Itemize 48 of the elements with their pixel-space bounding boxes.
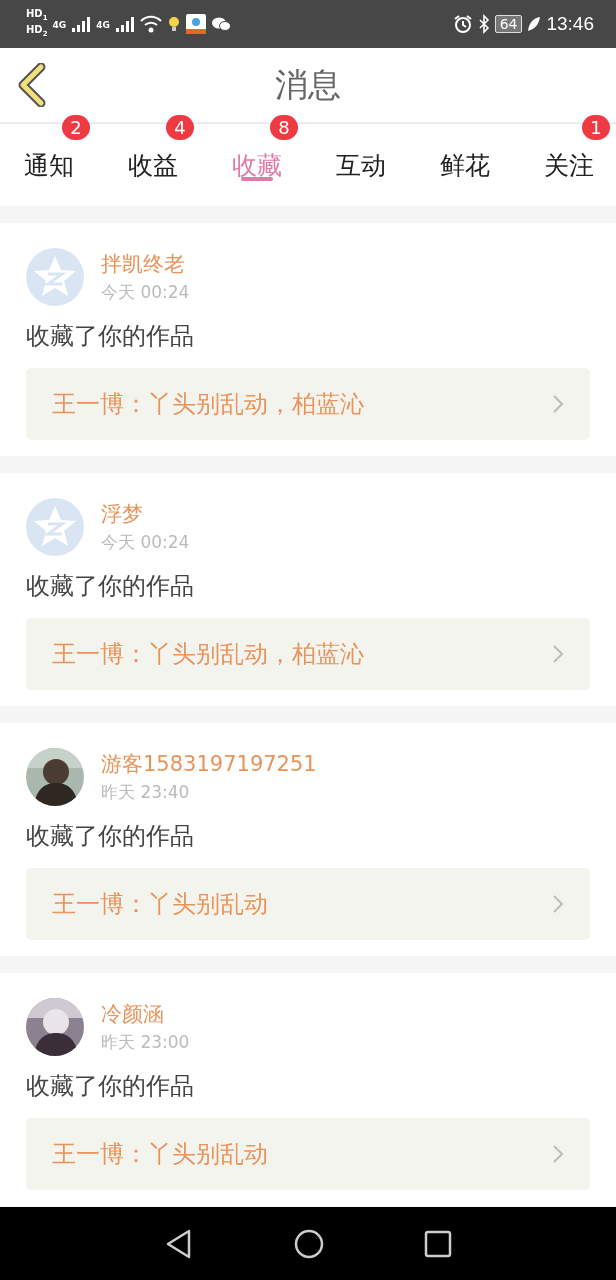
network-label: 4G <box>52 20 67 30</box>
count-badge: 4 <box>166 115 194 140</box>
sim-label: HD$_{2}$ <box>26 24 48 40</box>
home-icon[interactable] <box>294 1228 324 1259</box>
message-text: 收藏了你的作品 <box>26 1071 195 1102</box>
tab[interactable]: 互动 <box>336 124 386 194</box>
message-time: 昨天 23:00 <box>101 1031 190 1054</box>
message-time: 昨天 23:40 <box>101 781 191 804</box>
chevron-right-icon <box>552 394 564 414</box>
clock-time: 13:46 <box>546 13 594 35</box>
chevron-right-icon <box>552 894 564 914</box>
tab-underline <box>241 177 273 181</box>
message-text: 收藏了你的作品 <box>26 321 195 352</box>
work-link[interactable]: 王一博：丫头别乱动，柏蓝沁 <box>26 368 590 440</box>
default-avatar-icon <box>26 248 84 306</box>
user-name[interactable]: 游客1583197197251 <box>101 750 317 778</box>
bulb-icon <box>166 16 181 32</box>
alarm-icon <box>452 14 473 34</box>
network-label: 4G <box>96 20 110 30</box>
chat-icon <box>210 16 231 32</box>
count-badge: 1 <box>582 115 610 140</box>
app-icon <box>185 14 206 34</box>
wifi-icon <box>139 15 162 33</box>
user-name[interactable]: 浮梦 <box>101 500 190 528</box>
count-badge: 8 <box>270 115 298 140</box>
work-link[interactable]: 王一博：丫头别乱动 <box>26 1118 590 1190</box>
leaf-icon <box>527 16 542 32</box>
recents-icon[interactable] <box>424 1229 452 1258</box>
back-icon[interactable] <box>17 63 47 107</box>
signal-icon <box>114 16 135 32</box>
work-link[interactable]: 王一博：丫头别乱动 <box>26 868 590 940</box>
user-name[interactable]: 拌凯终老 <box>101 250 190 278</box>
battery-level: 64 <box>494 15 523 33</box>
chevron-right-icon <box>552 1144 564 1164</box>
message-time: 今天 00:24 <box>101 531 190 554</box>
work-link[interactable]: 王一博：丫头别乱动，柏蓝沁 <box>26 618 590 690</box>
message-text: 收藏了你的作品 <box>26 571 195 602</box>
chevron-right-icon <box>552 644 564 664</box>
bluetooth-icon <box>477 14 490 34</box>
message-text: 收藏了你的作品 <box>26 821 195 852</box>
default-avatar-icon <box>26 498 84 556</box>
message-time: 今天 00:24 <box>101 281 190 304</box>
user-name[interactable]: 冷颜涵 <box>101 1000 190 1028</box>
tab[interactable]: 鲜花 <box>440 124 490 194</box>
page-title: 消息 <box>275 63 341 106</box>
sim-label: HD$_{1}$ <box>26 8 48 24</box>
signal-icon <box>71 16 92 32</box>
count-badge: 2 <box>62 115 90 140</box>
